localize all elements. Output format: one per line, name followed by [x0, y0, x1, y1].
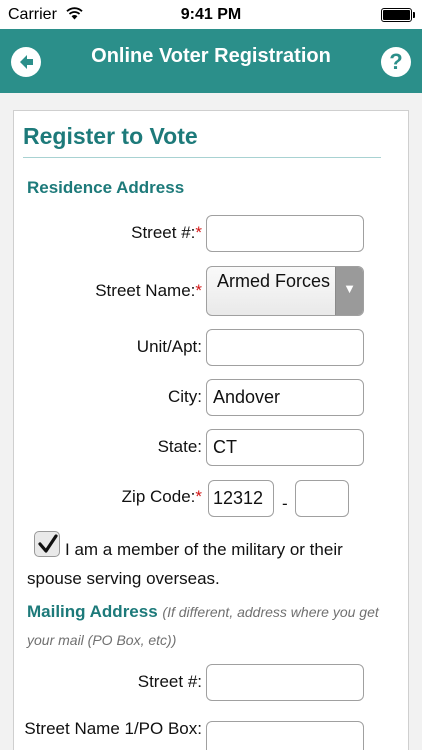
unit-apt-input[interactable] — [206, 329, 364, 366]
required-asterisk: * — [195, 223, 202, 242]
mailing-address-heading: Mailing Address (If different, address w… — [27, 598, 387, 654]
mailing-address-title: Mailing Address — [27, 602, 158, 621]
mailing-street-name-label: Street Name 1/PO Box: — [24, 719, 202, 738]
zip-code-input[interactable] — [208, 480, 274, 517]
street-number-label: Street #:* — [131, 223, 202, 242]
mailing-street-name-input[interactable] — [206, 721, 364, 750]
state-label: State: — [157, 437, 202, 456]
mailing-street-number-label: Street #: — [137, 672, 202, 691]
zip-extension-input[interactable] — [295, 480, 349, 517]
help-icon: ? — [389, 49, 403, 74]
residence-address-heading: Residence Address — [27, 178, 185, 197]
registration-form-card: Register to Vote Residence Address Stree… — [13, 110, 409, 750]
required-asterisk: * — [195, 487, 202, 506]
zip-separator: - — [282, 494, 288, 513]
street-name-select[interactable]: Armed Forces ▼ — [206, 266, 364, 316]
status-bar: Carrier 9:41 PM — [0, 0, 422, 29]
title-divider — [23, 157, 381, 158]
battery-icon — [381, 8, 415, 22]
mailing-street-number-input[interactable] — [206, 664, 364, 701]
status-time: 9:41 PM — [180, 6, 242, 23]
city-input[interactable] — [206, 379, 364, 416]
unit-apt-label: Unit/Apt: — [136, 337, 202, 356]
street-name-selected-value: Armed Forces — [217, 271, 331, 291]
dropdown-arrow-icon: ▼ — [335, 267, 363, 315]
help-button[interactable]: ? — [381, 47, 411, 77]
nav-bar: Online Voter Registration ? — [0, 29, 422, 93]
city-label: City: — [168, 387, 202, 406]
required-asterisk: * — [195, 281, 202, 300]
military-checkbox-label: I am a member of the military or their s… — [27, 540, 343, 588]
page-title: Online Voter Registration — [91, 45, 331, 67]
form-title: Register to Vote — [23, 123, 198, 149]
street-name-label: Street Name:* — [95, 281, 202, 300]
zip-code-label: Zip Code:* — [121, 487, 202, 506]
street-number-input[interactable] — [206, 215, 364, 252]
state-input[interactable] — [206, 429, 364, 466]
